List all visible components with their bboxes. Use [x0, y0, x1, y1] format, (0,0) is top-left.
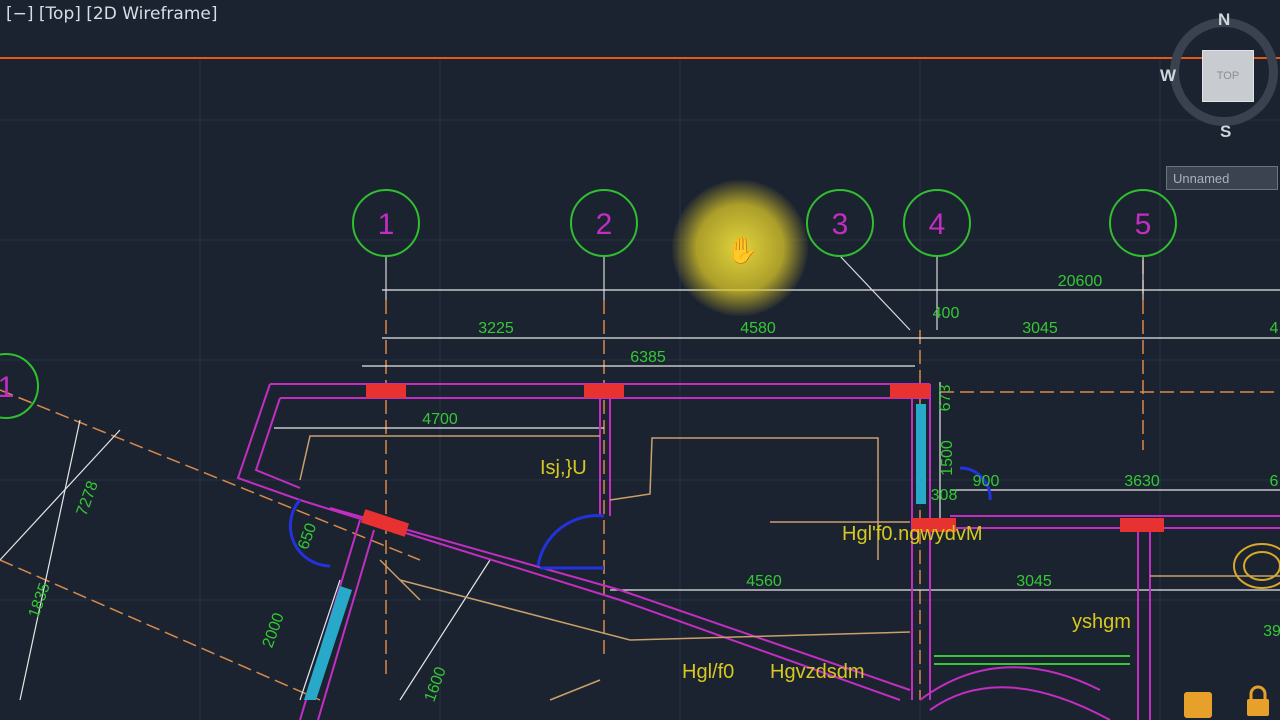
grid-bubble-5[interactable]: 5	[1109, 189, 1177, 257]
dimension-text: 3225	[478, 320, 514, 337]
dimension-total: 20600	[1058, 273, 1103, 290]
dimension-text: 673	[937, 385, 954, 412]
dimension-text: 4700	[422, 411, 458, 428]
dimension-text: 3630	[1124, 473, 1160, 490]
dimension-text: 650	[295, 521, 320, 552]
lock-icon[interactable]	[1244, 684, 1272, 718]
compass-south[interactable]: S	[1220, 122, 1231, 142]
grid-number-partial: 1	[0, 371, 14, 404]
compass-north[interactable]: N	[1218, 10, 1230, 30]
dimension-text: 4	[1270, 320, 1279, 337]
room-label: Isj,}U	[540, 457, 587, 479]
room-label: yshgm	[1072, 611, 1131, 633]
grid-number-2: 2	[596, 208, 613, 241]
grid-bubble-4[interactable]: 4	[903, 189, 971, 257]
dimension-text: 39	[1263, 623, 1280, 640]
dimension-text: 6385	[630, 349, 666, 366]
dimension-text: 3045	[1016, 573, 1052, 590]
dimension-text: 400	[933, 305, 960, 322]
dimension-text: 308	[931, 487, 958, 504]
walls	[236, 383, 1280, 720]
dimension-text: 7278	[74, 479, 102, 518]
viewcube-top-face[interactable]: TOP	[1202, 50, 1254, 102]
windows	[304, 404, 926, 700]
green-lines	[934, 655, 1130, 665]
room-label: Hgl'f0.ngwydvM	[842, 523, 983, 545]
compass-west[interactable]: W	[1160, 66, 1176, 86]
dimension-text: 2000	[260, 611, 288, 650]
drawing-canvas[interactable]: 1 2 3 4 5 1 20600 3225 4580 400 3045 4 6…	[0, 0, 1280, 720]
viewcube[interactable]: N W S TOP	[1160, 8, 1280, 141]
drawing-viewport[interactable]: 1 2 3 4 5 1 20600 3225 4580 400 3045 4 6…	[0, 0, 1280, 720]
grid-bubble-2[interactable]: 2	[570, 189, 638, 257]
grid-bubble-1[interactable]: 1	[352, 189, 420, 257]
dimension-text: 900	[973, 473, 1000, 490]
wcs-menu[interactable]: Unnamed	[1166, 166, 1278, 190]
dimension-text: 6	[1270, 473, 1279, 490]
grid-bubble-partial[interactable]: 1	[0, 353, 39, 419]
room-label: Hgvzdsdm	[770, 661, 864, 683]
grid-number-3: 3	[832, 208, 849, 241]
dimension-text: 4580	[740, 320, 776, 337]
door-swings	[288, 466, 992, 570]
column-markers	[360, 384, 1164, 537]
toilet-fixture	[1233, 543, 1280, 589]
dimension-text: 1500	[939, 440, 956, 476]
viewport-controls-label[interactable]: [−] [Top] [2D Wireframe]	[6, 4, 218, 24]
grid-number-1: 1	[378, 208, 395, 241]
dimension-text: 3045	[1022, 320, 1058, 337]
dimension-text: 1600	[422, 665, 450, 704]
pan-hand-icon: ✋	[726, 236, 759, 266]
grid-number-4: 4	[929, 208, 946, 241]
room-label: Hgl/f0	[682, 661, 734, 683]
dimension-text: 4560	[746, 573, 782, 590]
annotation-scale-icon[interactable]	[1184, 692, 1212, 718]
grid-bubble-3[interactable]: 3	[806, 189, 874, 257]
grid-number-5: 5	[1135, 208, 1152, 241]
